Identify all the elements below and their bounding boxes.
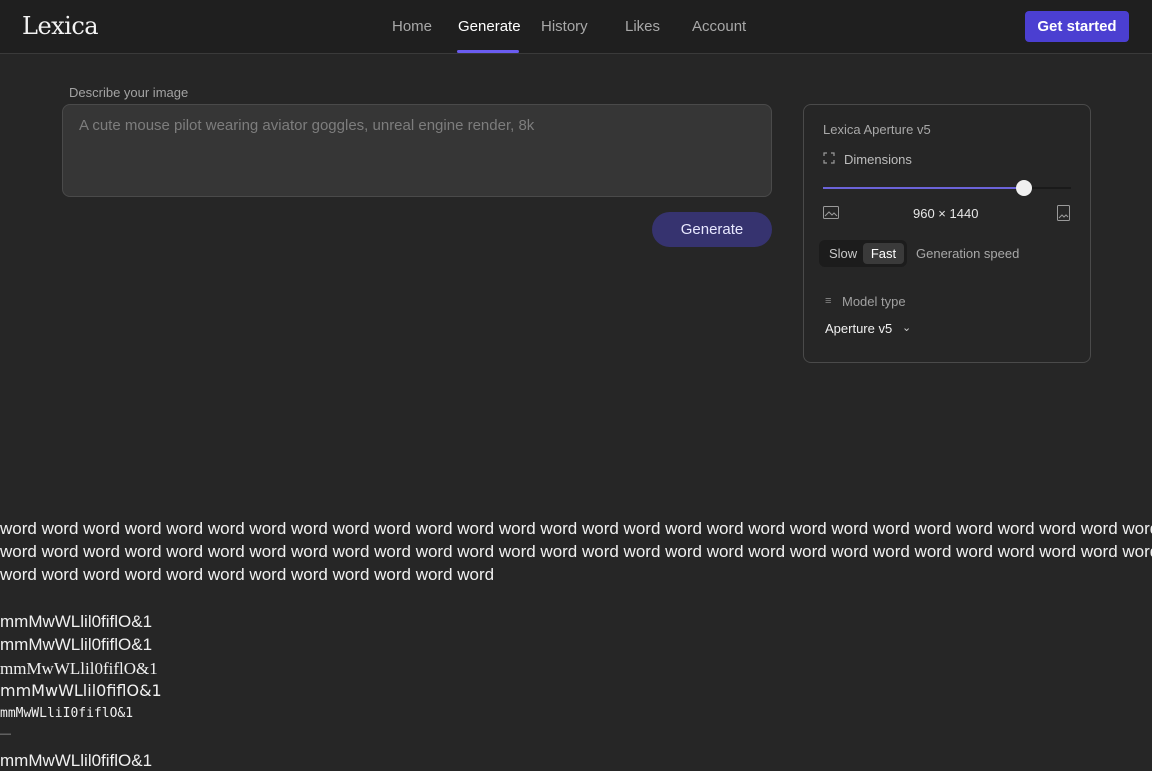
landscape-image-icon[interactable] bbox=[823, 206, 839, 219]
nav-home[interactable]: Home bbox=[392, 18, 432, 35]
font-sample: mmMwWLlil0fiflO&1 bbox=[0, 612, 153, 631]
prompt-input[interactable] bbox=[62, 104, 772, 197]
dimensions-value: 960 × 1440 bbox=[913, 206, 979, 221]
generate-button[interactable]: Generate bbox=[652, 212, 772, 247]
portrait-image-icon[interactable] bbox=[1057, 205, 1070, 221]
active-tab-indicator bbox=[457, 50, 519, 53]
font-sample: — bbox=[0, 728, 11, 740]
word-line: word word word word word word word word … bbox=[0, 519, 1152, 538]
model-name: Lexica Aperture v5 bbox=[823, 122, 931, 137]
word-sample-block: word word word word word word word word … bbox=[0, 517, 1152, 586]
get-started-button[interactable]: Get started bbox=[1025, 11, 1129, 42]
prompt-label: Describe your image bbox=[69, 85, 189, 100]
font-sample: mmMwWLlil0fiflO&1 bbox=[0, 635, 153, 654]
font-sample: mmMwWLlil0fiflO&1 bbox=[0, 659, 158, 678]
model-select[interactable]: Aperture v5 bbox=[825, 321, 892, 336]
expand-icon bbox=[823, 152, 835, 164]
chevron-down-icon[interactable]: ⌄ bbox=[902, 321, 911, 334]
dimensions-slider-fill bbox=[823, 187, 1024, 189]
font-sample: mmMwWLlil0fiflO&1 bbox=[0, 681, 162, 700]
generation-speed-label: Generation speed bbox=[916, 246, 1020, 261]
nav-generate[interactable]: Generate bbox=[458, 18, 521, 35]
speed-toggle: Slow Fast bbox=[819, 240, 907, 267]
list-icon: ≡ bbox=[825, 295, 832, 307]
nav-history[interactable]: History bbox=[541, 18, 588, 35]
word-line: word word word word word word word word … bbox=[0, 565, 495, 584]
word-line: word word word word word word word word … bbox=[0, 542, 1152, 561]
lexica-logo[interactable]: Lexica bbox=[22, 12, 99, 40]
font-sample: mmMwWLlil0fiflO&1 bbox=[0, 751, 153, 770]
top-navigation-bar: Lexica Home Generate History Likes Accou… bbox=[0, 0, 1152, 54]
speed-slow-option[interactable]: Slow bbox=[829, 246, 857, 261]
dimensions-slider-thumb[interactable] bbox=[1016, 180, 1032, 196]
model-type-label: Model type bbox=[842, 294, 906, 309]
dimensions-label: Dimensions bbox=[844, 152, 912, 167]
font-sample: mmMwWLliI0fiflO&1 bbox=[0, 706, 134, 721]
nav-account[interactable]: Account bbox=[692, 18, 746, 35]
speed-fast-option[interactable]: Fast bbox=[863, 243, 904, 264]
generation-settings-panel: Lexica Aperture v5 Dimensions 960 × 1440… bbox=[803, 104, 1091, 363]
nav-likes[interactable]: Likes bbox=[625, 18, 660, 35]
